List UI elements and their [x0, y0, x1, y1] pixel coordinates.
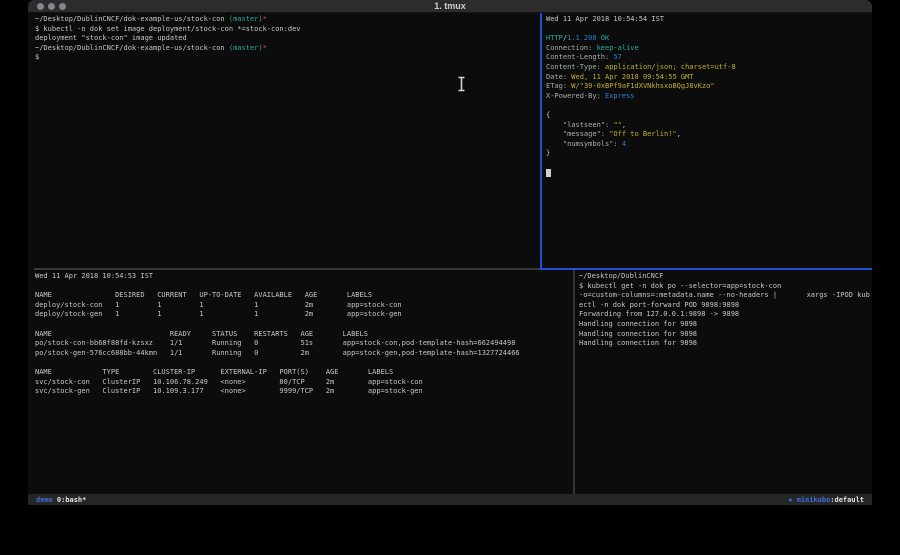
minimize-button[interactable] — [48, 3, 55, 10]
http-header: X-Powered-By: Express — [546, 92, 872, 102]
pane-divider-horizontal-left[interactable] — [34, 268, 540, 270]
json-value: "Off to Berlin!" — [609, 130, 676, 138]
header-value: Express — [605, 92, 635, 100]
port-forward-output: ~/Desktop/DublinCNCF $ kubectl get -n do… — [579, 272, 872, 349]
json-field: "message": "Off to Berlin!", — [546, 130, 872, 140]
window-titlebar[interactable]: 1. tmux — [28, 0, 872, 13]
http-version-code: 1.1 200 — [567, 34, 601, 42]
shell-prompt: $ — [35, 53, 540, 63]
git-dirty-flag: * — [263, 15, 267, 23]
json-comma: , — [622, 121, 626, 129]
pane-bottom-right[interactable]: ~/Desktop/DublinCNCF $ kubectl get -n do… — [575, 270, 872, 494]
kubernetes-helm-icon: ⎈ — [788, 496, 796, 504]
mouse-cursor-ibeam — [457, 76, 466, 92]
pane-top-right[interactable]: Wed 11 Apr 2018 10:54:54 IST HTTP/1.1 20… — [541, 13, 872, 268]
json-field: "lastseen": "", — [546, 121, 872, 131]
json-field: "numsymbols": 4 — [546, 140, 872, 150]
prompt-line: ~/Desktop/DublinCNCF/dok-example-us/stoc… — [35, 15, 540, 25]
json-value: "" — [613, 121, 621, 129]
http-header: Content-Type: application/json; charset=… — [546, 63, 872, 73]
http-header: Connection: keep-alive — [546, 44, 872, 54]
zoom-button[interactable] — [59, 3, 66, 10]
tmux-status-bar: demo 0:bash* ⎈ minikube:default — [28, 494, 872, 505]
cursor-block — [546, 169, 551, 177]
json-key: "message": — [546, 130, 609, 138]
json-key: "numsymbols": — [546, 140, 622, 148]
kube-context: minikube — [797, 496, 831, 504]
status-right: ⎈ minikube:default — [788, 496, 864, 504]
json-value: 4 — [622, 140, 626, 148]
prompt-path: ~/Desktop/DublinCNCF/dok-example-us/stoc… — [35, 15, 229, 23]
header-name: X-Powered-By: — [546, 92, 605, 100]
http-proto: HTTP — [546, 34, 563, 42]
header-value: 57 — [613, 53, 621, 61]
prompt-line: ~/Desktop/DublinCNCF/dok-example-us/stoc… — [35, 44, 540, 54]
status-left: demo 0:bash* — [36, 496, 86, 504]
watch-timestamp: Wed 11 Apr 2018 10:54:53 IST — [35, 272, 573, 282]
header-value: Wed, 11 Apr 2018 09:54:55 GMT — [571, 73, 693, 81]
pane-divider-horizontal-right[interactable] — [540, 268, 872, 270]
cursor-line — [546, 169, 872, 179]
http-header: Content-Length: 57 — [546, 53, 872, 63]
http-header: ETag: W/"39-0xBPf9aF1dXVNkhsxoBQgJ8vKzo" — [546, 82, 872, 92]
window-title: 1. tmux — [28, 0, 872, 13]
watch-timestamp: Wed 11 Apr 2018 10:54:54 IST — [546, 15, 872, 25]
json-brace-close: } — [546, 149, 872, 159]
header-name: Date: — [546, 73, 571, 81]
git-branch-label: (master) — [229, 44, 263, 52]
header-name: Content-Type: — [546, 63, 605, 71]
close-button[interactable] — [37, 3, 44, 10]
command-line: $ kubectl -n dok set image deployment/st… — [35, 25, 540, 35]
header-value: application/json; charset=utf-8 — [605, 63, 736, 71]
http-reason: OK — [601, 34, 609, 42]
kubectl-get-output: NAME DESIRED CURRENT UP-TO-DATE AVAILABL… — [35, 282, 573, 397]
http-header: Date: Wed, 11 Apr 2018 09:54:55 GMT — [546, 73, 872, 83]
header-value: keep-alive — [597, 44, 639, 52]
http-status-line: HTTP/1.1 200 OK — [546, 34, 872, 44]
kube-namespace: :default — [830, 496, 864, 504]
pane-top-left[interactable]: ~/Desktop/DublinCNCF/dok-example-us/stoc… — [28, 13, 540, 268]
git-branch-label: (master) — [229, 15, 263, 23]
pane-bottom-left[interactable]: Wed 11 Apr 2018 10:54:53 IST NAME DESIRE… — [28, 270, 573, 494]
pane-divider-vertical-top[interactable] — [540, 13, 542, 268]
header-name: ETag: — [546, 82, 571, 90]
json-brace-open: { — [546, 111, 872, 121]
prompt-path: ~/Desktop/DublinCNCF/dok-example-us/stoc… — [35, 44, 229, 52]
header-value: W/"39-0xBPf9aF1dXVNkhsxoBQgJ8vKzo" — [571, 82, 714, 90]
command-output: deployment "stock-con" image updated — [35, 34, 540, 44]
git-dirty-flag: * — [263, 44, 267, 52]
json-comma: , — [677, 130, 681, 138]
active-window-label[interactable]: 0:bash* — [57, 496, 87, 504]
pane-divider-vertical-bottom[interactable] — [573, 270, 575, 494]
header-name: Connection: — [546, 44, 597, 52]
header-name: Content-Length: — [546, 53, 613, 61]
session-name: demo — [36, 496, 53, 504]
json-key: "lastseen": — [546, 121, 613, 129]
desktop-background: 1. tmux ~/Desktop/DublinCNCF/dok-example… — [0, 0, 900, 555]
traffic-lights — [37, 3, 66, 10]
terminal-window: 1. tmux ~/Desktop/DublinCNCF/dok-example… — [28, 0, 872, 505]
